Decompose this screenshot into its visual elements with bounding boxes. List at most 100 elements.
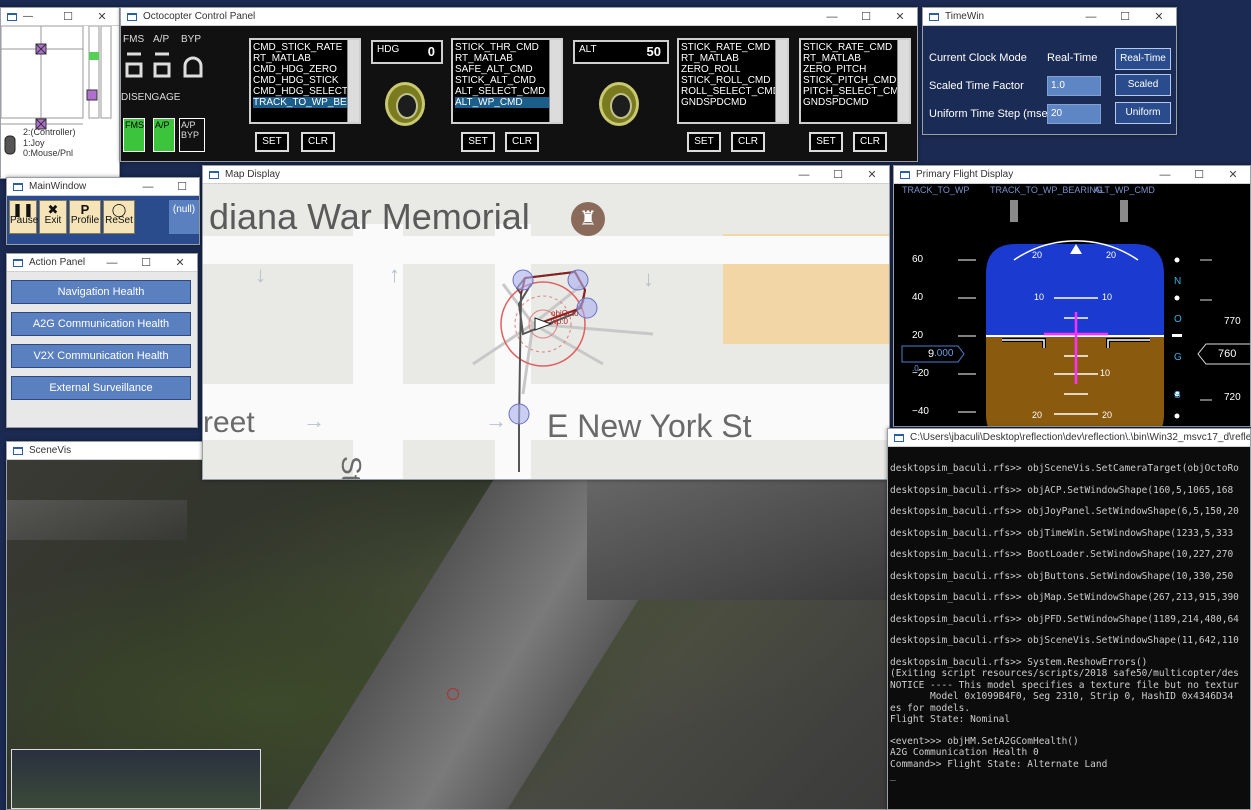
minimize-button[interactable]: —	[95, 257, 129, 269]
list-item[interactable]: CMD_STICK_RATE	[253, 42, 357, 53]
clr-button[interactable]: CLR	[505, 132, 539, 152]
list-item[interactable]: STICK_ALT_CMD	[455, 75, 559, 86]
close-button[interactable]: ✕	[1216, 168, 1250, 181]
altitude-mode-list[interactable]: STICK_THR_CMD RT_MATLAB SAFE_ALT_CMD STI…	[451, 38, 563, 124]
minimap-inset[interactable]	[11, 749, 261, 809]
close-button[interactable]: ✕	[163, 256, 197, 269]
maximize-button[interactable]: ☐	[821, 168, 855, 181]
minimize-button[interactable]: ☐	[51, 10, 85, 23]
list-item[interactable]: STICK_RATE_CMD	[681, 42, 785, 53]
list-item[interactable]: ZERO_ROLL	[681, 64, 785, 75]
null-button[interactable]: (null)	[169, 200, 199, 234]
minimize-button[interactable]: —	[815, 11, 849, 23]
scrollbar[interactable]	[775, 40, 787, 122]
list-item[interactable]: CMD_HDG_STICK	[253, 75, 357, 86]
alt-knob-icon[interactable]	[599, 82, 639, 126]
console-output[interactable]: desktopsim_baculi.rfs>> objSceneVis.SetC…	[888, 447, 1250, 809]
v2x-communication-health-button[interactable]: V2X Communication Health	[11, 344, 191, 368]
list-item[interactable]: STICK_RATE_CMD	[803, 42, 907, 53]
map-landmark-label: diana War Memorial	[209, 196, 530, 237]
list-item[interactable]: RT_MATLAB	[681, 53, 785, 64]
maximize-button[interactable]: ☐	[1108, 10, 1142, 23]
maximize-button[interactable]: ☐	[129, 256, 163, 269]
joy-label[interactable]: 1:Joy	[23, 138, 45, 148]
mouse-label[interactable]: 0:Mouse/Pnl	[23, 148, 73, 158]
clr-button[interactable]: CLR	[853, 132, 887, 152]
close-button[interactable]: ✕	[855, 168, 889, 181]
clr-button[interactable]: CLR	[301, 132, 335, 152]
list-item[interactable]: GNDSPDCMD	[803, 97, 907, 108]
scrollbar[interactable]	[897, 40, 909, 122]
minimize-button[interactable]: —	[787, 169, 821, 181]
list-item[interactable]: ALT_SELECT_CMD	[455, 86, 559, 97]
list-item[interactable]: RT_MATLAB	[803, 53, 907, 64]
console-cursor[interactable]: _	[890, 770, 1248, 782]
scaled-button[interactable]: Scaled	[1115, 74, 1171, 96]
set-button[interactable]: SET	[687, 132, 721, 152]
console-line: <event>>> objHM.SetA2GComHealth()	[890, 735, 1079, 747]
minimize-button[interactable]: —	[1148, 169, 1182, 181]
realtime-button[interactable]: Real-Time	[1115, 48, 1171, 70]
uniform-button[interactable]: Uniform	[1115, 102, 1171, 124]
list-item-selected[interactable]: TRACK_TO_WP_BEA	[253, 97, 357, 108]
maximize-button[interactable]: ☐	[1182, 168, 1216, 181]
set-button[interactable]: SET	[255, 132, 289, 152]
list-item[interactable]: STICK_PITCH_CMD	[803, 75, 907, 86]
list-item[interactable]: STICK_ROLL_CMD	[681, 75, 785, 86]
clr-button[interactable]: CLR	[731, 132, 765, 152]
building	[587, 460, 887, 600]
mode-switches[interactable]	[121, 50, 211, 86]
joystick-area[interactable]: 2:(Controller) 1:Joy 0:Mouse/Pnl	[1, 25, 119, 178]
list-item[interactable]: ZERO_PITCH	[803, 64, 907, 75]
list-item-selected[interactable]: ALT_WP_CMD	[455, 97, 559, 108]
ap-byp-button[interactable]: A/P BYP	[179, 118, 205, 152]
navigation-health-button[interactable]: Navigation Health	[11, 280, 191, 304]
pitch-mode-list[interactable]: STICK_RATE_CMD RT_MATLAB ZERO_PITCH STIC…	[799, 38, 911, 124]
list-item[interactable]: CMD_HDG_ZERO	[253, 64, 357, 75]
set-button[interactable]: SET	[809, 132, 843, 152]
roll-mode-list[interactable]: STICK_RATE_CMD RT_MATLAB ZERO_ROLL STICK…	[677, 38, 789, 124]
list-item[interactable]: ROLL_SELECT_CMD	[681, 86, 785, 97]
alt-display[interactable]: ALT 50	[573, 40, 669, 64]
window-title: TimeWin	[945, 11, 985, 22]
close-button[interactable]: ✕	[1142, 10, 1176, 23]
minimize-button[interactable]: —	[131, 181, 165, 193]
3d-scene-view[interactable]	[7, 460, 889, 809]
clock-mode-label: Current Clock Mode	[929, 52, 1027, 64]
pause-button[interactable]: ❚❚ Pause	[9, 200, 38, 234]
profile-button[interactable]: P Profile	[69, 200, 101, 234]
altitude-value: 760	[1218, 348, 1237, 360]
ap-engage-button[interactable]: A/P	[153, 118, 175, 152]
map-canvas[interactable]: objOcto wp:0 diana War Memorial ♜ reet E…	[203, 184, 889, 479]
hdg-display[interactable]: HDG 0	[371, 40, 443, 64]
list-item[interactable]: CMD_HDG_SELECT	[253, 86, 357, 97]
exit-button[interactable]: ✖ Exit	[39, 200, 67, 234]
list-item[interactable]: RT_MATLAB	[253, 53, 357, 64]
set-button[interactable]: SET	[461, 132, 495, 152]
maximize-button[interactable]: ☐	[849, 10, 883, 23]
fms-engage-button[interactable]: FMS	[123, 118, 145, 152]
close-button[interactable]: ✕	[85, 10, 119, 23]
reset-button[interactable]: ◯ ReSet	[103, 200, 135, 234]
list-item[interactable]: PITCH_SELECT_CMD	[803, 86, 907, 97]
external-surveillance-button[interactable]: External Surveillance	[11, 376, 191, 400]
time-factor-input[interactable]: 1.0	[1047, 76, 1101, 96]
list-item[interactable]: RT_MATLAB	[455, 53, 559, 64]
hdg-knob-icon[interactable]	[385, 82, 425, 126]
list-item[interactable]: SAFE_ALT_CMD	[455, 64, 559, 75]
a2g-communication-health-button[interactable]: A2G Communication Health	[11, 312, 191, 336]
close-button[interactable]: ✕	[883, 10, 917, 23]
scrollbar[interactable]	[549, 40, 561, 122]
list-item[interactable]: STICK_THR_CMD	[455, 42, 559, 53]
scrollbar[interactable]	[347, 40, 359, 122]
octocopter-panel-body: FMS A/P BYP DISENGAGE FMS A/P A/P BYP CM…	[121, 26, 917, 161]
heading-mode-list[interactable]: CMD_STICK_RATE RT_MATLAB CMD_HDG_ZERO CM…	[249, 38, 361, 124]
minimize-button[interactable]: —	[1074, 11, 1108, 23]
list-item[interactable]: GNDSPDCMD	[681, 97, 785, 108]
toggle-switch-icon	[4, 135, 16, 155]
hdg-value: 0	[427, 44, 435, 59]
time-step-input[interactable]: 20	[1047, 104, 1101, 124]
maximize-button[interactable]: ☐	[165, 180, 199, 193]
title-bar: Map Display — ☐ ✕	[203, 166, 889, 184]
window-icon	[209, 170, 219, 179]
